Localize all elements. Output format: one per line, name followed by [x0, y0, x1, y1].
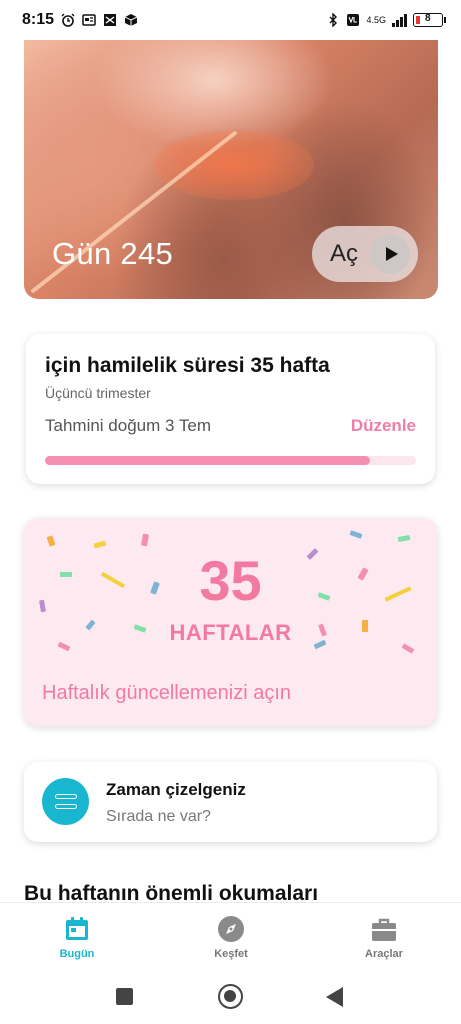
section-title: Bu haftanın önemli okumaları — [24, 882, 319, 902]
hero-glow — [154, 130, 314, 200]
timeline-title: Zaman çizelgeniz — [106, 780, 246, 799]
status-bar: 8:15 4.5G 8 — [0, 0, 461, 40]
back-button[interactable] — [326, 987, 343, 1007]
battery-level: 8 — [425, 13, 431, 24]
pregnancy-progress-bar — [45, 456, 416, 465]
network-type: 4.5G — [366, 15, 386, 25]
edit-button[interactable]: Düzenle — [351, 416, 416, 436]
pregnancy-card[interactable]: için hamilelik süresi 35 hafta Üçüncü tr… — [26, 334, 435, 484]
week-label: HAFTALAR — [169, 620, 292, 645]
bottom-nav: Bugün Keşfet Araçlar — [0, 902, 461, 976]
compass-icon — [218, 916, 244, 942]
confetti-piece — [141, 533, 149, 547]
nav-label-tools: Araçlar — [365, 948, 403, 960]
news-icon — [82, 14, 96, 26]
bluetooth-icon — [329, 13, 338, 27]
nav-item-tools[interactable]: Araçlar — [334, 915, 434, 960]
due-date-label: Tahmini doğum 3 Tem — [45, 416, 211, 435]
nav-label-explore: Keşfet — [214, 948, 248, 960]
weekly-update-link[interactable]: Haftalık güncellemenizi açın — [42, 682, 291, 705]
signal-icon — [392, 13, 407, 27]
battery-icon: 8 — [413, 13, 446, 27]
nav-item-explore[interactable]: Keşfet — [181, 915, 281, 960]
alarm-icon — [61, 13, 75, 27]
play-icon — [370, 234, 410, 274]
sync-icon — [104, 14, 117, 26]
weekly-update-card[interactable]: 35 HAFTALAR Haftalık güncellemenizi açın — [24, 518, 437, 726]
status-right: 4.5G 8 — [326, 13, 446, 27]
hero-video-banner[interactable]: Gün 245 Aç — [24, 40, 438, 299]
confetti-piece — [46, 535, 56, 547]
timeline-icon — [42, 778, 89, 825]
confetti-piece — [397, 534, 411, 543]
calendar-icon — [66, 917, 88, 940]
status-time: 8:15 — [22, 11, 55, 28]
hero-day-title: Gün 245 — [52, 236, 174, 271]
home-button[interactable] — [218, 984, 243, 1009]
timeline-subtitle: Sırada ne var? — [106, 808, 211, 825]
nav-item-today[interactable]: Bugün — [27, 915, 127, 960]
status-left: 8:15 — [22, 11, 138, 29]
play-label: Aç — [330, 240, 359, 267]
nav-label-today: Bugün — [59, 948, 95, 960]
recent-apps-button[interactable] — [116, 988, 133, 1005]
timeline-card[interactable]: Zaman çizelgeniz Sırada ne var? — [24, 762, 437, 842]
play-button[interactable]: Aç — [312, 226, 418, 282]
system-nav-bar — [0, 976, 461, 1024]
week-number: 35 — [199, 549, 262, 612]
confetti-piece — [349, 530, 363, 539]
volte-icon — [347, 14, 360, 26]
box-icon — [124, 14, 138, 26]
trimester-label: Üçüncü trimester — [45, 385, 151, 401]
pregnancy-title: için hamilelik süresi 35 hafta — [45, 354, 330, 377]
pregnancy-progress-fill — [45, 456, 370, 465]
briefcase-icon — [372, 918, 396, 941]
